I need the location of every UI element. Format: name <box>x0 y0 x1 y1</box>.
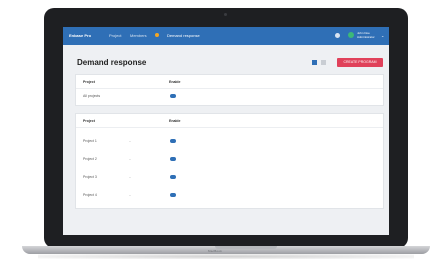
row-detail: – <box>129 139 131 143</box>
page-title: Demand response <box>77 58 147 67</box>
row-detail: – <box>129 157 131 161</box>
row-project: Project 3 <box>83 175 97 179</box>
list-view-icon[interactable] <box>321 60 326 65</box>
chevron-down-icon[interactable]: ⌄ <box>381 33 384 38</box>
row-project: Project 4 <box>83 193 97 197</box>
enable-toggle[interactable] <box>170 94 176 98</box>
grid-view-icon[interactable] <box>312 60 317 65</box>
row-project: All projects <box>83 94 101 98</box>
gear-icon[interactable] <box>335 33 340 38</box>
divider <box>76 127 383 128</box>
top-navbar: Enbase Pro Project Members Demand respon… <box>63 27 389 45</box>
user-role: Administrator <box>357 34 375 39</box>
enable-toggle[interactable] <box>170 193 176 197</box>
row-detail: – <box>129 175 131 179</box>
app-logo[interactable]: Enbase Pro <box>69 33 91 38</box>
avatar[interactable] <box>348 32 354 38</box>
enable-toggle[interactable] <box>170 175 176 179</box>
row-detail: – <box>129 193 131 197</box>
nav-members[interactable]: Members <box>130 33 147 38</box>
app-screen: Enbase Pro Project Members Demand respon… <box>63 27 389 235</box>
column-header-project: Project <box>83 80 95 84</box>
laptop-notch <box>215 246 277 249</box>
divider <box>76 88 383 89</box>
user-menu[interactable]: John Doe Administrator <box>357 31 375 39</box>
row-project: Project 2 <box>83 157 97 161</box>
column-header-enable: Enable <box>169 119 181 123</box>
nav-demand-response[interactable]: Demand response <box>167 33 200 38</box>
laptop-brand: MacBook <box>208 249 222 253</box>
laptop-base <box>22 246 430 254</box>
enable-toggle[interactable] <box>170 139 176 143</box>
laptop-shadow <box>38 254 414 259</box>
projects-card: Project Enable Project 1 – Project 2 – P… <box>75 113 384 209</box>
create-program-button[interactable]: CREATE PROGRAM <box>337 58 383 67</box>
notification-badge <box>155 33 159 37</box>
overview-card: Project Enable All projects <box>75 74 384 106</box>
enable-toggle[interactable] <box>170 157 176 161</box>
nav-project[interactable]: Project <box>109 33 121 38</box>
row-project: Project 1 <box>83 139 97 143</box>
camera <box>224 13 227 16</box>
column-header-project: Project <box>83 119 95 123</box>
column-header-enable: Enable <box>169 80 181 84</box>
